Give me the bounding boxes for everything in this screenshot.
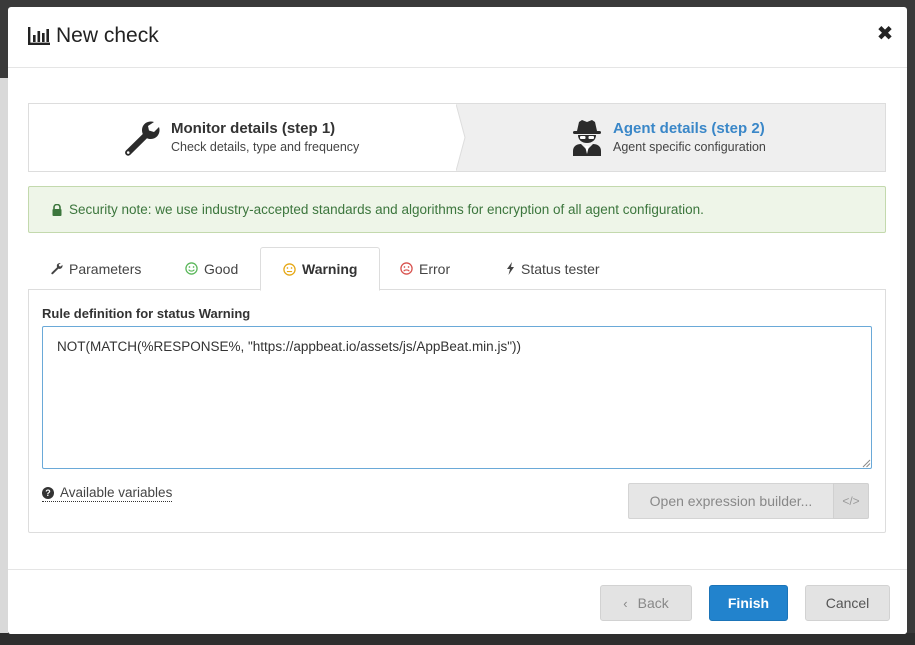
tab-warning[interactable]: Warning [260, 247, 381, 291]
spy-agent-icon [573, 120, 601, 156]
expression-builder-group: Open expression builder... </> [628, 483, 869, 519]
tab-parameters[interactable]: Parameters [50, 247, 141, 290]
step-1-text: Monitor details (step 1) Check details, … [171, 119, 359, 156]
code-icon: </> [842, 494, 860, 508]
tab-good-label: Good [204, 260, 239, 277]
resize-handle-icon[interactable] [861, 458, 871, 468]
rule-definition-label: Rule definition for status Warning [42, 306, 251, 321]
tab-status-tester[interactable]: Status tester [506, 247, 600, 290]
cancel-button[interactable]: Cancel [805, 585, 890, 621]
step-divider [456, 104, 466, 171]
dialog-title-text: New check [56, 24, 159, 47]
tab-error[interactable]: Error [400, 247, 450, 290]
new-check-dialog: New check ✖ Monitor details (step 1) Che… [8, 7, 907, 634]
dialog-header: New check ✖ [8, 7, 907, 68]
wizard-steps: Monitor details (step 1) Check details, … [28, 103, 886, 172]
tab-parameters-label: Parameters [69, 260, 142, 277]
dialog-footer: ‹ Back Finish Cancel [8, 569, 907, 634]
bolt-icon [507, 262, 514, 275]
status-tabs: Parameters Good Warning Error Status tes… [28, 247, 886, 291]
security-note-text: Security note: we use industry-accepted … [69, 202, 704, 217]
lock-icon [52, 203, 62, 216]
step-monitor-details[interactable]: Monitor details (step 1) Check details, … [29, 104, 457, 171]
back-button-label: Back [637, 595, 669, 611]
backdrop-page [0, 78, 8, 645]
meh-icon [283, 262, 296, 276]
frown-icon [400, 262, 413, 275]
question-circle-icon: ? [42, 486, 54, 499]
wrench-icon [125, 121, 160, 156]
step-1-subtitle: Check details, type and frequency [171, 140, 360, 154]
finish-button[interactable]: Finish [709, 585, 788, 621]
svg-text:?: ? [45, 488, 51, 498]
backdrop-overlay [0, 633, 915, 645]
available-variables-link[interactable]: ? Available variables [42, 485, 173, 502]
tab-status-tester-label: Status tester [521, 260, 600, 277]
rule-expression-input[interactable]: NOT(MATCH(%RESPONSE%, "https://appbeat.i… [42, 326, 872, 469]
back-button[interactable]: ‹ Back [600, 585, 692, 621]
step-2-subtitle: Agent specific configuration [613, 140, 766, 154]
tab-good[interactable]: Good [185, 247, 238, 290]
step-1-title: Monitor details (step 1) [171, 120, 336, 137]
security-note: Security note: we use industry-accepted … [28, 186, 886, 233]
smile-icon [185, 262, 198, 275]
step-2-text: Agent details (step 2) Agent specific co… [613, 119, 766, 156]
step-agent-details[interactable]: Agent details (step 2) Agent specific co… [457, 104, 885, 171]
available-variables-text: Available variables [60, 485, 173, 500]
open-expression-builder-button[interactable]: Open expression builder... [628, 483, 833, 519]
tab-error-label: Error [419, 260, 451, 277]
close-button[interactable]: ✖ [875, 23, 895, 45]
code-toggle-button[interactable]: </> [833, 483, 869, 519]
close-icon: ✖ [876, 23, 894, 45]
chevron-left-icon: ‹ [623, 595, 628, 611]
dialog-title: New check [28, 24, 159, 48]
dialog-body: Monitor details (step 1) Check details, … [8, 69, 907, 569]
wrench-icon [51, 263, 63, 275]
warning-tab-panel: Rule definition for status Warning NOT(M… [28, 289, 886, 533]
bar-chart-icon [28, 27, 50, 45]
tab-warning-label: Warning [302, 261, 358, 277]
step-2-title: Agent details (step 2) [613, 120, 765, 137]
